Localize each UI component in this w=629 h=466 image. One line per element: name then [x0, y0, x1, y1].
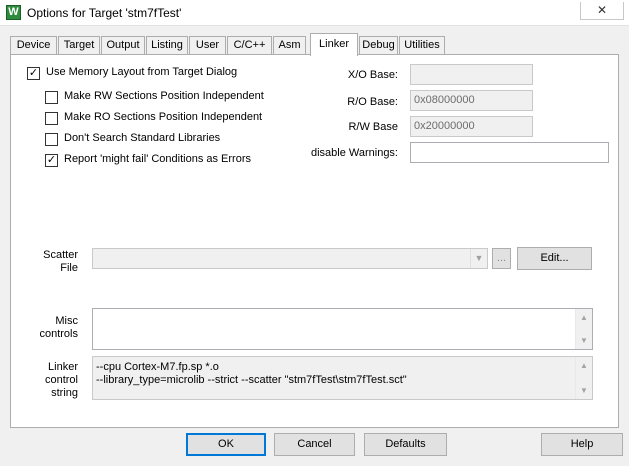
linker-control-line2: --library_type=microlib --strict --scatt… — [96, 374, 407, 386]
misc-label-line1: Misc — [55, 315, 78, 327]
ro-base-label: R/O Base: — [347, 96, 398, 108]
linker-label-line2: control — [44, 374, 78, 386]
misc-controls-textarea[interactable]: ▲ ▼ — [92, 308, 593, 350]
tab-utilities[interactable]: Utilities — [399, 36, 445, 55]
use-memory-layout-checkbox[interactable]: ✓ — [27, 67, 40, 80]
tab-target[interactable]: Target — [58, 36, 100, 55]
tab-debug[interactable]: Debug — [359, 36, 398, 55]
scatter-label-line1: Scatter — [43, 249, 78, 261]
window-title: Options for Target 'stm7fTest' — [27, 6, 182, 20]
tab-asm[interactable]: Asm — [273, 36, 306, 55]
disable-warnings-label: disable Warnings: — [310, 147, 398, 159]
rw-independent-checkbox[interactable] — [45, 91, 58, 104]
defaults-button[interactable]: Defaults — [364, 433, 447, 456]
tab-c-cpp[interactable]: C/C++ — [227, 36, 272, 55]
ro-independent-label: Make RO Sections Position Independent — [64, 111, 263, 123]
scatter-file-combo[interactable]: ▼ — [92, 248, 488, 269]
xo-base-field[interactable] — [410, 64, 533, 85]
linker-control-scrollbar[interactable]: ▲ ▼ — [575, 357, 592, 399]
no-std-libs-checkbox[interactable] — [45, 133, 58, 146]
might-fail-errors-label: Report 'might fail' Conditions as Errors — [64, 153, 251, 165]
linker-control-textarea[interactable]: --cpu Cortex-M7.fp.sp *.o --library_type… — [92, 356, 593, 400]
misc-controls-label: Misc controls — [20, 315, 78, 341]
tab-user[interactable]: User — [189, 36, 226, 55]
ro-base-field[interactable]: 0x08000000 — [410, 90, 533, 111]
use-memory-layout-label: Use Memory Layout from Target Dialog — [46, 66, 238, 78]
scatter-edit-button[interactable]: Edit... — [517, 247, 592, 270]
scatter-file-label: Scatter File — [20, 249, 78, 275]
linker-control-label: Linker control string — [20, 361, 78, 400]
app-icon: W — [6, 5, 21, 20]
misc-label-line2: controls — [39, 328, 78, 340]
xo-base-label: X/O Base: — [347, 69, 398, 81]
scatter-label-line2: File — [60, 262, 78, 274]
chevron-down-icon[interactable]: ▼ — [470, 249, 487, 268]
no-std-libs-label: Don't Search Standard Libraries — [64, 132, 221, 144]
linker-label-line3: string — [51, 387, 78, 399]
misc-scrollbar[interactable]: ▲ ▼ — [575, 309, 592, 349]
close-button[interactable]: ✕ — [580, 2, 624, 20]
might-fail-errors-checkbox[interactable]: ✓ — [45, 154, 58, 167]
ok-button[interactable]: OK — [186, 433, 266, 456]
tab-listing[interactable]: Listing — [146, 36, 188, 55]
linker-label-line1: Linker — [48, 361, 78, 373]
scroll-up-icon[interactable]: ▲ — [576, 309, 592, 326]
title-bar: W Options for Target 'stm7fTest' ✕ — [0, 0, 629, 26]
scroll-down-icon[interactable]: ▼ — [576, 382, 592, 399]
disable-warnings-field[interactable] — [410, 142, 609, 163]
ro-independent-checkbox[interactable] — [45, 112, 58, 125]
rw-independent-label: Make RW Sections Position Independent — [64, 90, 264, 102]
scroll-up-icon[interactable]: ▲ — [576, 357, 592, 374]
cancel-button[interactable]: Cancel — [274, 433, 355, 456]
linker-control-line1: --cpu Cortex-M7.fp.sp *.o — [96, 361, 219, 373]
tab-device[interactable]: Device — [10, 36, 57, 55]
help-button[interactable]: Help — [541, 433, 623, 456]
scatter-browse-button[interactable]: ... — [492, 248, 511, 269]
tab-linker[interactable]: Linker — [310, 33, 358, 56]
tab-output[interactable]: Output — [101, 36, 145, 55]
rw-base-field[interactable]: 0x20000000 — [410, 116, 533, 137]
rw-base-label: R/W Base — [348, 121, 398, 133]
scroll-down-icon[interactable]: ▼ — [576, 332, 592, 349]
